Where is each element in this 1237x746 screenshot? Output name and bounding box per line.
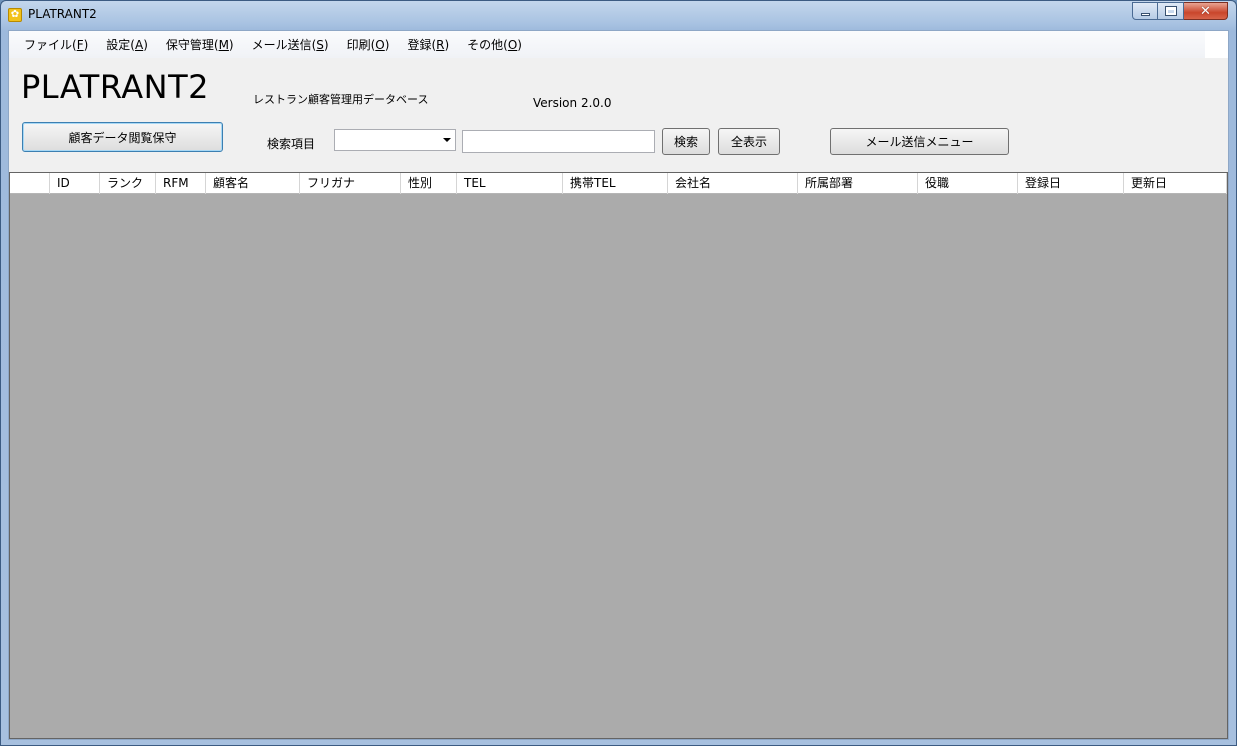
chevron-down-icon [443,138,451,142]
column-header[interactable]: 携帯TEL [563,173,668,194]
client-area: ファイル(F) 設定(A) 保守管理(M) メール送信(S) 印刷(O) 登録(R) その他… [8,30,1229,740]
menu-item-1[interactable]: 設定(A) [97,36,157,53]
menu-item-suffix: ) [444,38,450,52]
customer-data-button[interactable]: 顧客データ閲覧保守 [22,122,223,152]
menu-bar-filler [1205,31,1228,58]
column-header[interactable]: 登録日 [1018,173,1124,194]
menu-item-label: 登録( [407,38,437,52]
menu-item-label: その他( [467,38,508,52]
version-label: Version 2.0.0 [533,96,612,110]
menu-item-accesskey: F [76,38,84,52]
menu-item-suffix: ) [517,38,522,52]
search-button[interactable]: 検索 [662,128,710,155]
menu-item-2[interactable]: 保守管理(M) [157,36,243,53]
menu-bar: ファイル(F) 設定(A) 保守管理(M) メール送信(S) 印刷(O) 登録(R) その他… [9,31,1205,58]
app-logo: PLATRANT2 [21,68,209,106]
maximize-icon [1164,6,1177,16]
column-header[interactable]: 更新日 [1124,173,1227,194]
menu-item-label: メール送信( [251,38,317,52]
window-controls: ✕ [1132,2,1228,20]
menu-item-6[interactable]: その他(O) [458,36,531,53]
menu-item-suffix: ) [228,38,234,52]
menu-item-4[interactable]: 印刷(O) [338,36,399,53]
menu-item-label: 設定( [106,38,135,52]
window-title: PLATRANT2 [28,7,97,21]
column-header[interactable]: 顧客名 [206,173,300,194]
menu-item-accesskey: O [375,38,385,52]
customer-grid[interactable]: ID ランク RFM 顧客名 フリガナ 性別 TEL 携帯TEL 会社名 所属部署 役職 登録日 更新日 [9,172,1228,739]
minimize-button[interactable] [1132,2,1158,20]
menu-item-3[interactable]: メール送信(S) [243,36,338,53]
close-icon: ✕ [1200,3,1211,19]
column-header[interactable]: 所属部署 [798,173,918,194]
app-window: ✿ PLATRANT2 ✕ ファイル(F) 設定(A) 保守管理(M) メール送信(S… [0,0,1237,746]
close-button[interactable]: ✕ [1184,2,1228,20]
minimize-icon [1140,12,1150,16]
menu-item-accesskey: M [218,38,229,52]
menu-item-label: ファイル( [24,38,77,52]
title-bar[interactable]: ✿ PLATRANT2 ✕ [1,1,1236,29]
search-input[interactable] [462,130,655,153]
menu-item-suffix: ) [323,38,329,52]
menu-item-0[interactable]: ファイル(F) [15,36,97,53]
grid-header: ID ランク RFM 顧客名 フリガナ 性別 TEL 携帯TEL 会社名 所属部署 役職 登録日 更新日 [10,173,1227,194]
row-header-corner[interactable] [10,173,50,194]
app-subtitle: レストラン顧客管理用データベース [253,93,429,106]
app-icon: ✿ [8,8,22,22]
menu-item-accesskey: O [507,38,518,52]
column-header[interactable]: 性別 [401,173,457,194]
menu-item-label: 印刷( [346,38,376,52]
column-header[interactable]: TEL [457,173,563,194]
menu-item-accesskey: A [134,38,144,52]
column-header[interactable]: ID [50,173,100,194]
menu-item-5[interactable]: 登録(R) [398,36,458,53]
column-header[interactable]: ランク [100,173,156,194]
maximize-button[interactable] [1158,2,1184,20]
search-field-select[interactable] [334,129,456,151]
menu-item-suffix: ) [384,38,390,52]
column-header[interactable]: RFM [156,173,206,194]
menu-item-suffix: ) [143,38,148,52]
column-header[interactable]: フリガナ [300,173,401,194]
column-header[interactable]: 役職 [918,173,1018,194]
mail-menu-button[interactable]: メール送信メニュー [830,128,1009,155]
menu-item-label: 保守管理( [165,38,219,52]
menu-item-accesskey: S [316,38,324,52]
column-header[interactable]: 会社名 [668,173,798,194]
show-all-button[interactable]: 全表示 [718,128,780,155]
menu-item-suffix: ) [83,38,89,52]
search-field-label: 検索項目 [267,137,316,151]
